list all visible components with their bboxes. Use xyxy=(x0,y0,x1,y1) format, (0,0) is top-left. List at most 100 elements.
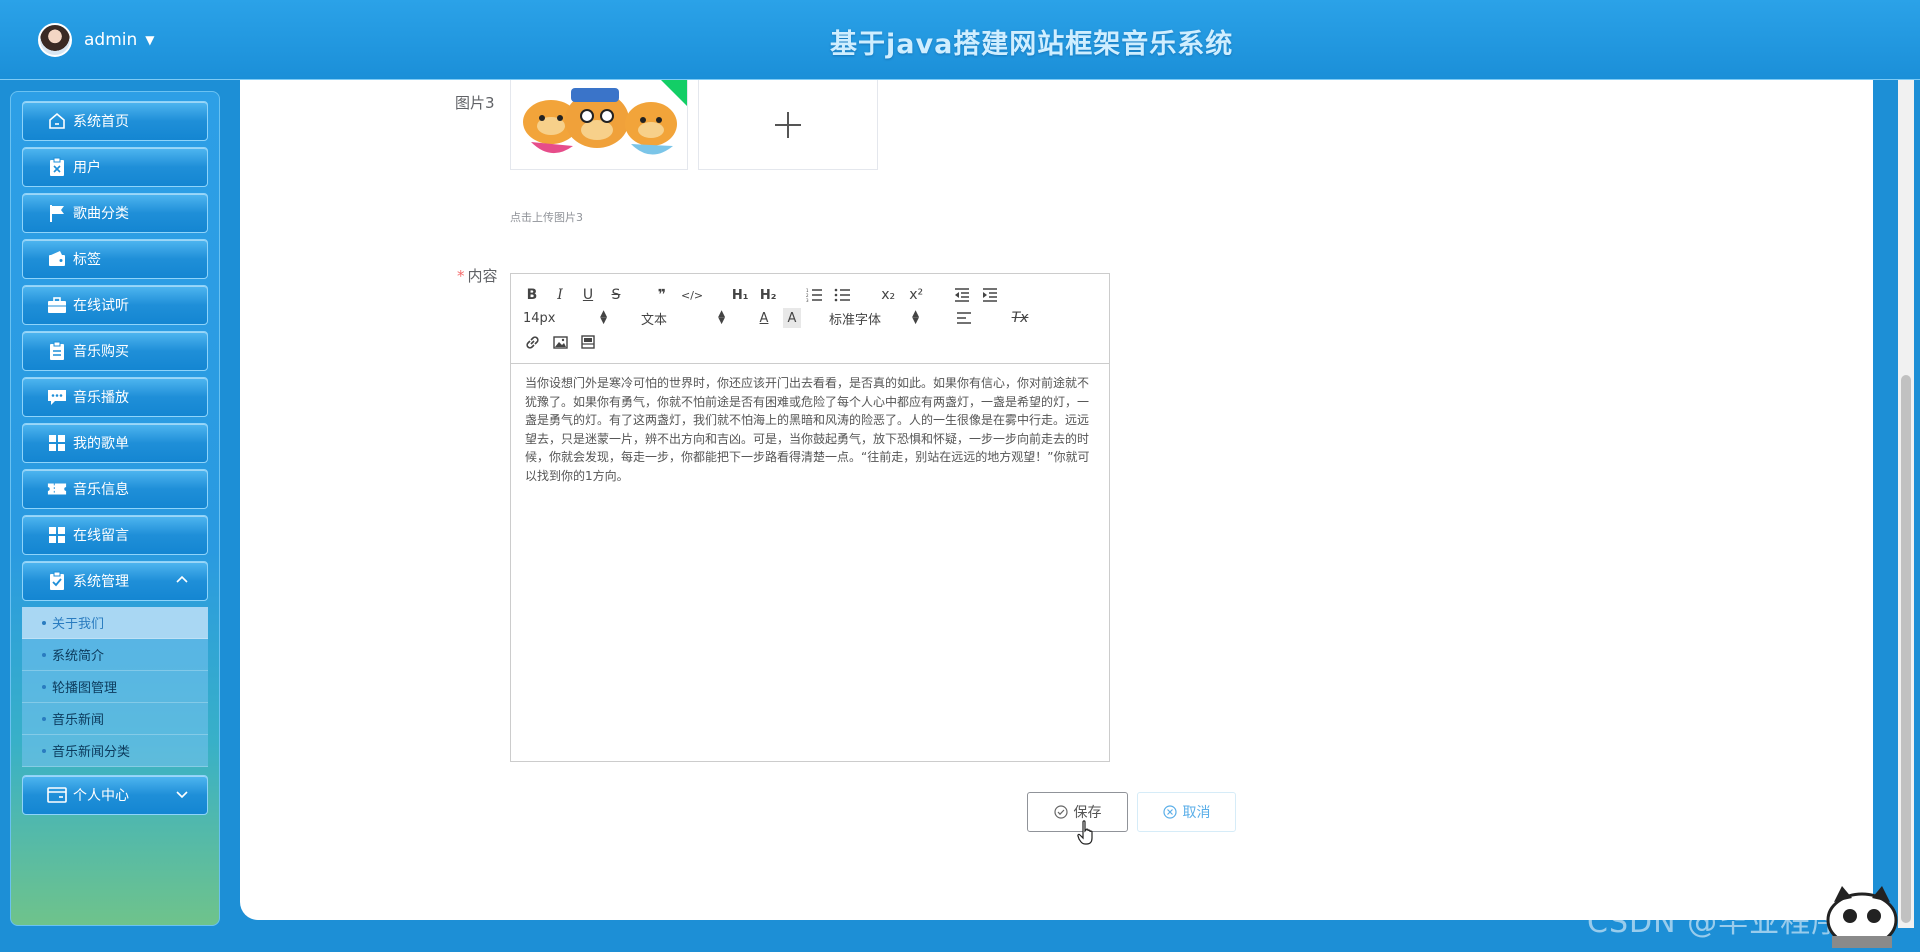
sidebar-item-label: 音乐播放 xyxy=(73,390,129,406)
editor-content[interactable]: 当你设想门外是寒冷可怕的世界时，你还应该开门出去看看，是否真的如此。如果你有信心… xyxy=(511,364,1109,495)
submenu-item-label: 音乐新闻 xyxy=(52,713,105,728)
close-circle-icon xyxy=(1162,805,1177,819)
font-color-icon[interactable]: A xyxy=(755,308,773,328)
sidebar-item-system-management[interactable]: 系统管理 xyxy=(22,561,208,601)
sidebar-item-personal-center[interactable]: 个人中心 xyxy=(22,775,208,815)
user-menu[interactable]: admin ▼ xyxy=(38,22,155,58)
heading1-icon[interactable]: H₁ xyxy=(731,285,749,305)
upload-success-badge xyxy=(661,80,687,106)
font-family-select[interactable]: 标准字体 ▲ ▼ xyxy=(829,308,919,328)
sidebar-item-music-info[interactable]: 音乐信息 xyxy=(22,469,208,509)
image3-label: 图片3 xyxy=(455,94,495,112)
sidebar: 系统首页 用户 歌曲分类 标签 在线试听 音乐购买 音乐播放 我的歌单 音乐信息… xyxy=(10,91,220,926)
submenu-item-system-intro[interactable]: 系统简介 xyxy=(22,639,208,671)
ticket-icon xyxy=(47,479,67,499)
bullet-icon xyxy=(42,620,46,625)
editor-toolbar: B I U S ❞ </> H₁ H₂ 123 x₂ x² 14px ▲ ▼ 文本 ▲… xyxy=(511,274,1109,364)
username[interactable]: admin xyxy=(84,30,137,50)
image3-upload-button[interactable] xyxy=(698,80,878,170)
sidebar-item-label: 在线留言 xyxy=(73,528,129,544)
sidebar-item-music-play[interactable]: 音乐播放 xyxy=(22,377,208,417)
bold-icon[interactable]: B xyxy=(523,285,541,305)
submenu-item-about-us[interactable]: 关于我们 xyxy=(22,607,208,639)
sidebar-item-tags[interactable]: 标签 xyxy=(22,239,208,279)
submenu-item-carousel[interactable]: 轮播图管理 xyxy=(22,671,208,703)
chevron-down-icon[interactable] xyxy=(175,787,189,801)
clear-format-icon[interactable]: Tx xyxy=(1011,308,1029,328)
sidebar-item-label: 音乐购买 xyxy=(73,344,129,360)
code-block-icon[interactable]: </> xyxy=(681,285,703,305)
flag-icon xyxy=(47,203,67,223)
hand-cursor-icon xyxy=(1077,820,1093,845)
sidebar-item-label: 标签 xyxy=(73,252,101,268)
cancel-button[interactable]: 取消 xyxy=(1137,792,1236,832)
sidebar-item-my-playlist[interactable]: 我的歌单 xyxy=(22,423,208,463)
align-left-icon[interactable] xyxy=(955,308,973,328)
sidebar-item-label: 音乐信息 xyxy=(73,482,129,498)
toolbar-row-1: B I U S ❞ </> H₁ H₂ 123 x₂ x² xyxy=(523,285,1009,305)
background-color-icon[interactable]: A xyxy=(783,308,801,328)
toolbar-row-3 xyxy=(523,332,607,352)
blockquote-icon[interactable]: ❞ xyxy=(653,285,671,305)
card-icon xyxy=(47,785,67,805)
subscript-icon[interactable]: x₂ xyxy=(879,285,897,305)
italic-icon[interactable]: I xyxy=(551,285,569,305)
image3-hint: 点击上传图片3 xyxy=(510,211,583,224)
caret-down-icon[interactable]: ▼ xyxy=(145,33,154,47)
mascot-image xyxy=(1826,886,1898,948)
sidebar-item-label: 系统管理 xyxy=(73,574,129,590)
sidebar-item-label: 个人中心 xyxy=(73,788,129,804)
svg-text:3: 3 xyxy=(806,298,809,302)
strikethrough-icon[interactable]: S xyxy=(607,285,625,305)
video-icon[interactable] xyxy=(579,332,597,352)
grid-icon xyxy=(47,433,67,453)
header-select[interactable]: 文本 ▲ ▼ xyxy=(641,308,725,328)
indent-icon[interactable] xyxy=(981,285,999,305)
required-mark: * xyxy=(457,267,465,285)
rich-text-editor: B I U S ❞ </> H₁ H₂ 123 x₂ x² 14px ▲ ▼ 文本 ▲… xyxy=(510,273,1110,762)
sidebar-item-online-listen[interactable]: 在线试听 xyxy=(22,285,208,325)
underline-icon[interactable]: U xyxy=(579,285,597,305)
submenu-item-label: 关于我们 xyxy=(52,617,105,632)
grid-icon xyxy=(47,525,67,545)
chevron-up-icon[interactable] xyxy=(175,573,189,587)
system-management-submenu: 关于我们 系统简介 轮播图管理 音乐新闻 音乐新闻分类 xyxy=(22,607,208,767)
content-label: * 内容 xyxy=(457,265,498,286)
submenu-item-music-news[interactable]: 音乐新闻 xyxy=(22,703,208,735)
heading2-icon[interactable]: H₂ xyxy=(759,285,777,305)
font-size-select[interactable]: 14px ▲ ▼ xyxy=(523,308,607,328)
submenu-item-label: 轮播图管理 xyxy=(52,681,118,696)
sidebar-item-online-message[interactable]: 在线留言 xyxy=(22,515,208,555)
home-icon xyxy=(47,111,67,131)
image-icon[interactable] xyxy=(551,332,569,352)
wallet-icon xyxy=(47,249,67,269)
bullet-icon xyxy=(42,716,46,721)
cancel-button-label: 取消 xyxy=(1182,805,1211,821)
briefcase-icon xyxy=(47,295,67,315)
sidebar-item-song-category[interactable]: 歌曲分类 xyxy=(22,193,208,233)
chat-icon xyxy=(47,387,67,407)
bullet-list-icon[interactable] xyxy=(833,285,851,305)
clipboard-icon xyxy=(47,341,67,361)
page-scrollbar-thumb[interactable] xyxy=(1901,375,1911,923)
font-size-value: 14px xyxy=(523,310,556,326)
toolbar-row-2: 14px ▲ ▼ 文本 ▲ ▼ A A 标准字体 ▲ ▼ Tx xyxy=(523,308,1039,328)
sidebar-item-music-purchase[interactable]: 音乐购买 xyxy=(22,331,208,371)
outdent-icon[interactable] xyxy=(953,285,971,305)
sidebar-item-label: 系统首页 xyxy=(73,114,129,130)
link-icon[interactable] xyxy=(523,332,541,352)
avatar[interactable] xyxy=(38,23,72,57)
submenu-item-label: 音乐新闻分类 xyxy=(52,745,131,760)
superscript-icon[interactable]: x² xyxy=(907,285,925,305)
submenu-item-music-news-category[interactable]: 音乐新闻分类 xyxy=(22,735,208,767)
ordered-list-icon[interactable]: 123 xyxy=(805,285,823,305)
plus-icon xyxy=(775,111,801,138)
uploaded-image-thumbnail[interactable] xyxy=(510,80,688,170)
select-arrows-icon: ▲ ▼ xyxy=(718,309,725,326)
select-arrows-icon: ▲ ▼ xyxy=(600,309,607,326)
sidebar-item-label: 在线试听 xyxy=(73,298,129,314)
user-clipboard-icon xyxy=(47,157,67,177)
bullet-icon xyxy=(42,684,46,689)
sidebar-item-home[interactable]: 系统首页 xyxy=(22,101,208,141)
sidebar-item-users[interactable]: 用户 xyxy=(22,147,208,187)
